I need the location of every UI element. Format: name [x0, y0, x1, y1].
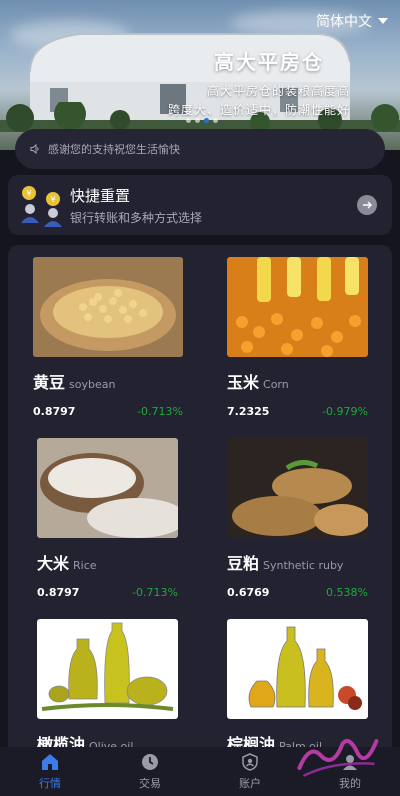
carousel-dot[interactable]	[195, 118, 200, 123]
banner-title: 高大平房仓	[214, 50, 324, 74]
product-panel: 黄豆 soybean 0.8797 -0.713% 玉米 Corn 7.2325…	[8, 245, 392, 765]
product-name-en: soybean	[69, 378, 116, 391]
product-name-en: Rice	[73, 559, 97, 572]
product-price: 0.8797	[33, 405, 76, 418]
product-price: 0.8797	[37, 586, 80, 599]
product-card-soybean-meal[interactable]: 豆粕 Synthetic ruby 0.6769 0.538%	[227, 438, 368, 599]
tab-label: 交易	[139, 777, 161, 790]
banner-line-1: 高大平房仓的装粮高度高	[206, 84, 350, 98]
tab-account[interactable]: 账户	[200, 747, 300, 796]
palm-oil-image	[227, 619, 368, 719]
carousel-dots	[186, 118, 218, 123]
product-name-en: Synthetic ruby	[263, 559, 344, 572]
tab-trade[interactable]: 交易	[100, 747, 200, 796]
corn-image	[227, 257, 368, 357]
rice-image	[37, 438, 178, 538]
app-page: 简体中文 高大平房仓 高大平房仓的装粮高度高 跨度大、造价适中，防潮性能好 感谢…	[0, 0, 400, 796]
carousel-dot[interactable]	[186, 118, 191, 123]
speaker-icon	[30, 144, 39, 154]
tab-market[interactable]: 行情	[0, 747, 100, 796]
home-icon	[42, 754, 58, 770]
product-change: -0.979%	[322, 405, 368, 418]
notice-text: 感谢您的支持祝您生活愉快	[48, 143, 180, 156]
product-name-cn: 豆粕	[227, 554, 260, 573]
soybean-meal-image	[227, 438, 368, 538]
olive-oil-image	[37, 619, 178, 719]
svg-text:¥: ¥	[50, 195, 55, 204]
product-name-cn: 玉米	[227, 373, 260, 392]
product-name-cn: 黄豆	[33, 373, 66, 392]
quick-title: 快捷重置	[70, 186, 131, 205]
product-change: -0.713%	[132, 586, 178, 599]
product-name-cn: 大米	[37, 554, 70, 573]
soybean-image	[33, 257, 183, 357]
carousel-dot[interactable]	[213, 118, 218, 123]
notice-bar[interactable]: 感谢您的支持祝您生活愉快	[15, 129, 385, 169]
tab-label: 账户	[239, 777, 261, 790]
banner-line-2: 跨度大、造价适中，防潮性能好	[167, 103, 350, 117]
account-icon	[242, 753, 258, 771]
product-card-rice[interactable]: 大米 Rice 0.8797 -0.713%	[37, 438, 178, 599]
tab-label: 行情	[39, 777, 61, 790]
language-label: 简体中文	[316, 14, 372, 30]
clock-icon	[142, 754, 158, 770]
product-card-corn[interactable]: 玉米 Corn 7.2325 -0.979%	[227, 257, 368, 418]
product-card-olive-oil[interactable]: 橄榄油 Olive oil	[37, 619, 178, 755]
language-selector[interactable]: 简体中文	[316, 11, 388, 31]
product-price: 7.2325	[227, 405, 270, 418]
product-change: -0.713%	[137, 405, 183, 418]
arrow-right-icon[interactable]	[357, 195, 377, 215]
product-price: 0.6769	[227, 586, 270, 599]
chevron-down-icon	[378, 18, 388, 24]
product-card-soybean[interactable]: 黄豆 soybean 0.8797 -0.713%	[33, 257, 183, 418]
product-name-en: Corn	[263, 378, 289, 391]
carousel-dot-active[interactable]	[204, 118, 209, 123]
hero-banner[interactable]: 简体中文 高大平房仓 高大平房仓的装粮高度高 跨度大、造价适中，防潮性能好	[0, 0, 400, 150]
bank-transfer-icon: ¥ ¥	[21, 186, 62, 227]
svg-text:¥: ¥	[26, 189, 31, 198]
product-change: 0.538%	[326, 586, 368, 599]
quick-subtitle: 银行转账和多种方式选择	[70, 210, 203, 225]
quick-reset-card[interactable]: ¥ ¥ 快捷重置 银行转账和多种方式选择	[8, 175, 392, 235]
